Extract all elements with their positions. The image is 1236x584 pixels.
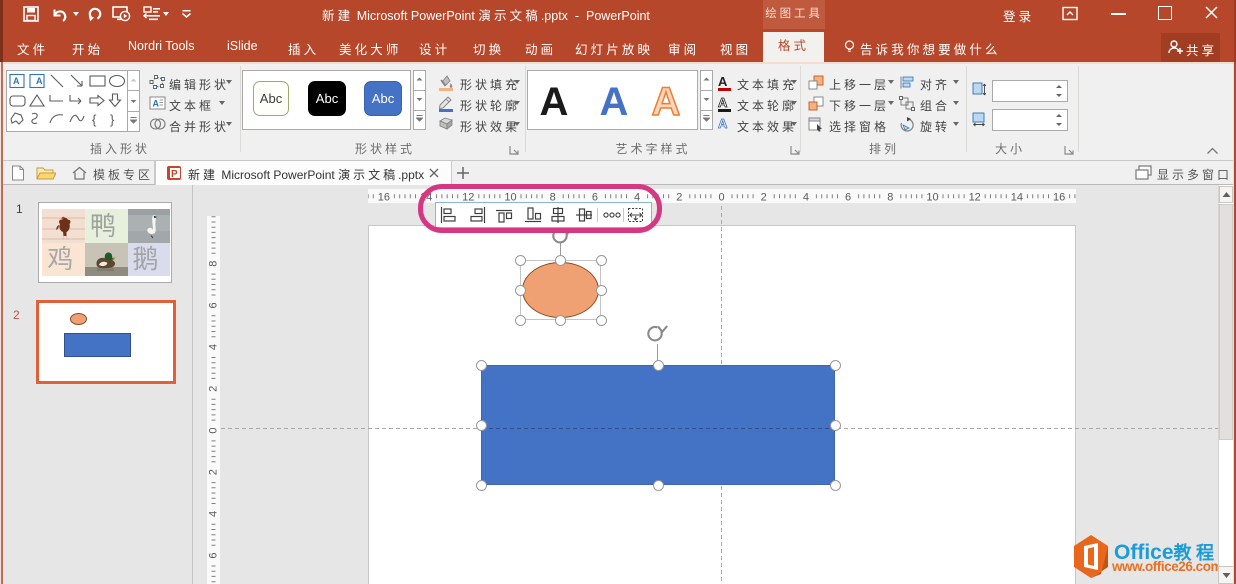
svg-text:}: }: [110, 112, 115, 127]
svg-text:16: 16: [1053, 192, 1065, 204]
svg-text:0: 0: [718, 192, 724, 204]
svg-text:2: 2: [676, 192, 682, 204]
svg-text:2: 2: [208, 469, 220, 475]
svg-text:2: 2: [208, 386, 220, 392]
svg-text:6: 6: [845, 192, 851, 204]
svg-text:6: 6: [208, 302, 220, 308]
svg-text:P: P: [171, 169, 178, 180]
svg-text:{: {: [92, 112, 97, 127]
svg-text:4: 4: [208, 511, 220, 517]
svg-text:16: 16: [378, 192, 390, 204]
svg-text:4: 4: [208, 344, 220, 350]
svg-text:12: 12: [969, 192, 981, 204]
svg-text:A: A: [153, 99, 160, 109]
svg-text:A: A: [13, 76, 20, 86]
svg-text:10: 10: [926, 192, 938, 204]
svg-text:6: 6: [208, 553, 220, 559]
svg-text:4: 4: [803, 192, 809, 204]
svg-text:A: A: [36, 76, 43, 86]
svg-text:0: 0: [208, 427, 220, 433]
svg-text:14: 14: [1011, 192, 1023, 204]
svg-text:2: 2: [761, 192, 767, 204]
svg-text:8: 8: [208, 261, 220, 267]
svg-text:8: 8: [887, 192, 893, 204]
